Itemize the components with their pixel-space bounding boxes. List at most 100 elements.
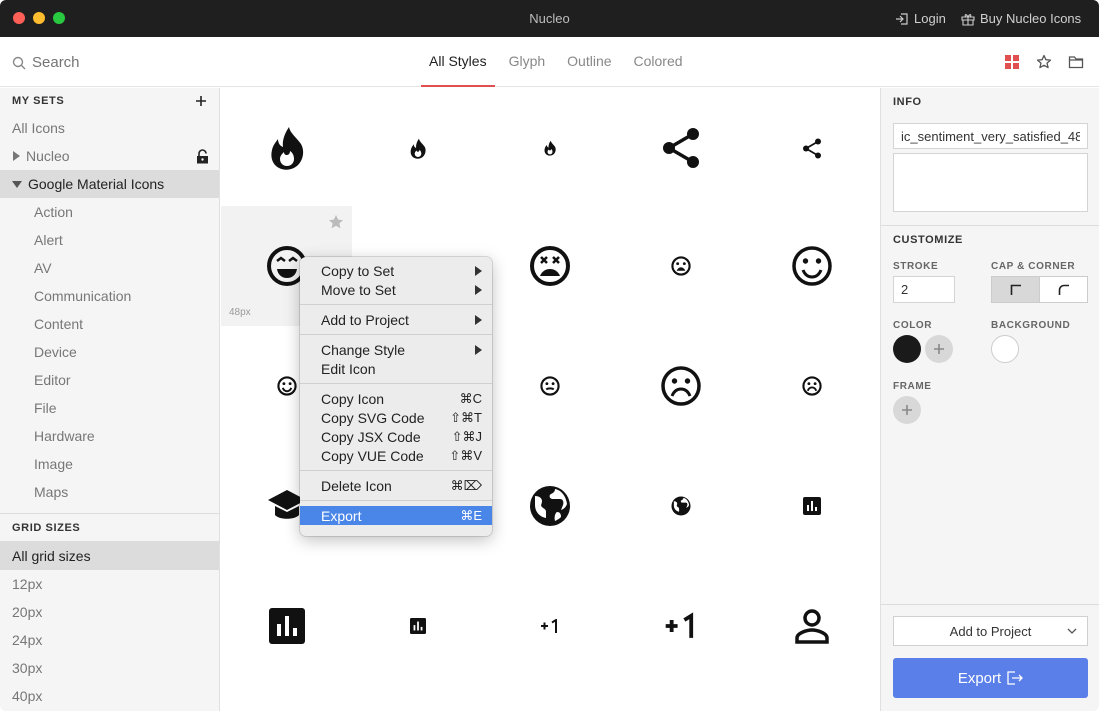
menu-item-copy-to-set[interactable]: Copy to Set xyxy=(300,261,492,280)
icon-cell[interactable] xyxy=(484,446,615,566)
icon-cell[interactable] xyxy=(615,566,746,686)
category-item[interactable]: Device xyxy=(0,338,219,366)
menu-item-move-to-set[interactable]: Move to Set xyxy=(300,280,492,299)
icon-description-field[interactable] xyxy=(893,153,1088,212)
menu-label: Edit Icon xyxy=(321,360,376,377)
tab-all-styles[interactable]: All Styles xyxy=(421,37,495,87)
menu-item-copy-svg[interactable]: Copy SVG Code ⇧⌘T xyxy=(300,408,492,427)
favorite-star-icon[interactable] xyxy=(328,214,344,230)
grid-view-icon[interactable] xyxy=(1004,54,1020,70)
search-icon xyxy=(12,56,26,69)
icon-cell[interactable] xyxy=(615,326,746,446)
grid-size-item[interactable]: 40px xyxy=(0,682,219,710)
grid-size-item[interactable]: 12px xyxy=(0,570,219,598)
category-item[interactable]: Image xyxy=(0,450,219,478)
export-button[interactable]: Export xyxy=(893,658,1088,698)
icon-cell[interactable] xyxy=(746,446,877,566)
my-sets-title: MY SETS xyxy=(12,95,65,107)
expand-triangle-icon[interactable] xyxy=(13,151,20,161)
panel-divider xyxy=(881,604,1099,605)
cap-corner-toggle[interactable] xyxy=(991,276,1088,303)
icon-cell[interactable] xyxy=(221,88,352,208)
icon-cell[interactable] xyxy=(746,206,877,326)
round-corner-button[interactable] xyxy=(1039,277,1087,302)
submenu-arrow-icon xyxy=(475,265,482,276)
search-input[interactable] xyxy=(32,54,192,71)
menu-item-export[interactable]: Export ⌘E xyxy=(300,506,492,525)
color-swatch[interactable] xyxy=(893,335,921,363)
category-item[interactable]: Alert xyxy=(0,226,219,254)
add-color-button[interactable] xyxy=(925,335,953,363)
menu-item-change-style[interactable]: Change Style xyxy=(300,340,492,359)
menu-item-copy-jsx[interactable]: Copy JSX Code ⇧⌘J xyxy=(300,427,492,446)
category-item[interactable]: Maps xyxy=(0,478,219,506)
category-item[interactable]: Content xyxy=(0,310,219,338)
submenu-arrow-icon xyxy=(475,314,482,325)
tab-outline[interactable]: Outline xyxy=(559,37,619,87)
icon-cell[interactable] xyxy=(746,326,877,446)
add-to-project-select[interactable]: Add to Project xyxy=(893,616,1088,646)
search-box[interactable] xyxy=(12,54,192,71)
icon-cell[interactable] xyxy=(484,566,615,686)
icon-cell[interactable] xyxy=(484,206,615,326)
background-swatch[interactable] xyxy=(991,335,1019,363)
icon-cell[interactable] xyxy=(746,566,877,686)
panel-divider xyxy=(881,225,1099,226)
icon-cell[interactable] xyxy=(484,326,615,446)
grid-size-item[interactable]: 20px xyxy=(0,598,219,626)
category-item[interactable]: Communication xyxy=(0,282,219,310)
toolbar: All Styles Glyph Outline Colored xyxy=(0,37,1099,87)
info-header: INFO xyxy=(893,96,922,108)
menu-shortcut: ⌘⌦ xyxy=(450,477,482,493)
grid-size-item[interactable]: 30px xyxy=(0,654,219,682)
collapse-triangle-icon[interactable] xyxy=(12,180,22,188)
sidebar-item-nucleo[interactable]: Nucleo xyxy=(0,142,219,170)
poll-chart-icon xyxy=(268,608,305,644)
sidebar-item-google-material[interactable]: Google Material Icons xyxy=(0,170,219,198)
category-item[interactable]: Action xyxy=(0,198,219,226)
sentiment-satisfied-icon xyxy=(276,376,297,396)
sentiment-dissatisfied-icon xyxy=(660,366,701,406)
grid-size-item[interactable]: 24px xyxy=(0,626,219,654)
buy-label: Buy Nucleo Icons xyxy=(980,11,1082,26)
add-set-plus-icon[interactable] xyxy=(195,95,207,107)
sidebar-item-all-icons[interactable]: All Icons xyxy=(0,114,219,142)
icon-name-field[interactable] xyxy=(893,123,1088,149)
tab-glyph[interactable]: Glyph xyxy=(501,37,554,87)
login-link[interactable]: Login xyxy=(895,11,946,26)
category-item[interactable]: AV xyxy=(0,254,219,282)
icon-cell[interactable] xyxy=(615,88,746,208)
add-frame-button[interactable] xyxy=(893,396,921,424)
sidebar-item-label: All Icons xyxy=(12,120,65,136)
menu-label: Move to Set xyxy=(321,281,396,298)
square-corner-button[interactable] xyxy=(992,277,1039,302)
category-item[interactable]: File xyxy=(0,394,219,422)
category-item[interactable]: Hardware xyxy=(0,422,219,450)
favorites-star-icon[interactable] xyxy=(1036,54,1052,70)
login-icon xyxy=(896,12,908,25)
stroke-input[interactable] xyxy=(893,276,955,303)
menu-item-edit-icon[interactable]: Edit Icon xyxy=(300,359,492,378)
grid-size-item[interactable]: All grid sizes xyxy=(0,542,219,570)
folder-icon[interactable] xyxy=(1068,54,1084,70)
icon-cell[interactable] xyxy=(615,206,746,326)
lock-icon xyxy=(197,149,208,164)
category-item[interactable]: Editor xyxy=(0,366,219,394)
menu-item-copy-icon[interactable]: Copy Icon ⌘C xyxy=(300,389,492,408)
login-label: Login xyxy=(914,11,946,26)
menu-label: Copy JSX Code xyxy=(321,428,421,445)
icon-cell[interactable] xyxy=(352,88,483,208)
round-corner-icon xyxy=(1058,284,1069,295)
share-icon xyxy=(802,138,821,158)
icon-cell[interactable] xyxy=(221,566,352,686)
icon-cell[interactable] xyxy=(615,446,746,566)
menu-item-add-to-project[interactable]: Add to Project xyxy=(300,310,492,329)
tab-colored[interactable]: Colored xyxy=(626,37,691,87)
menu-item-copy-vue[interactable]: Copy VUE Code ⇧⌘V xyxy=(300,446,492,465)
menu-item-delete-icon[interactable]: Delete Icon ⌘⌦ xyxy=(300,476,492,495)
icon-cell[interactable] xyxy=(352,566,483,686)
icon-cell[interactable] xyxy=(484,88,615,208)
buy-link[interactable]: Buy Nucleo Icons xyxy=(961,11,1081,26)
add-to-project-label: Add to Project xyxy=(949,623,1032,639)
icon-cell[interactable] xyxy=(746,88,877,208)
